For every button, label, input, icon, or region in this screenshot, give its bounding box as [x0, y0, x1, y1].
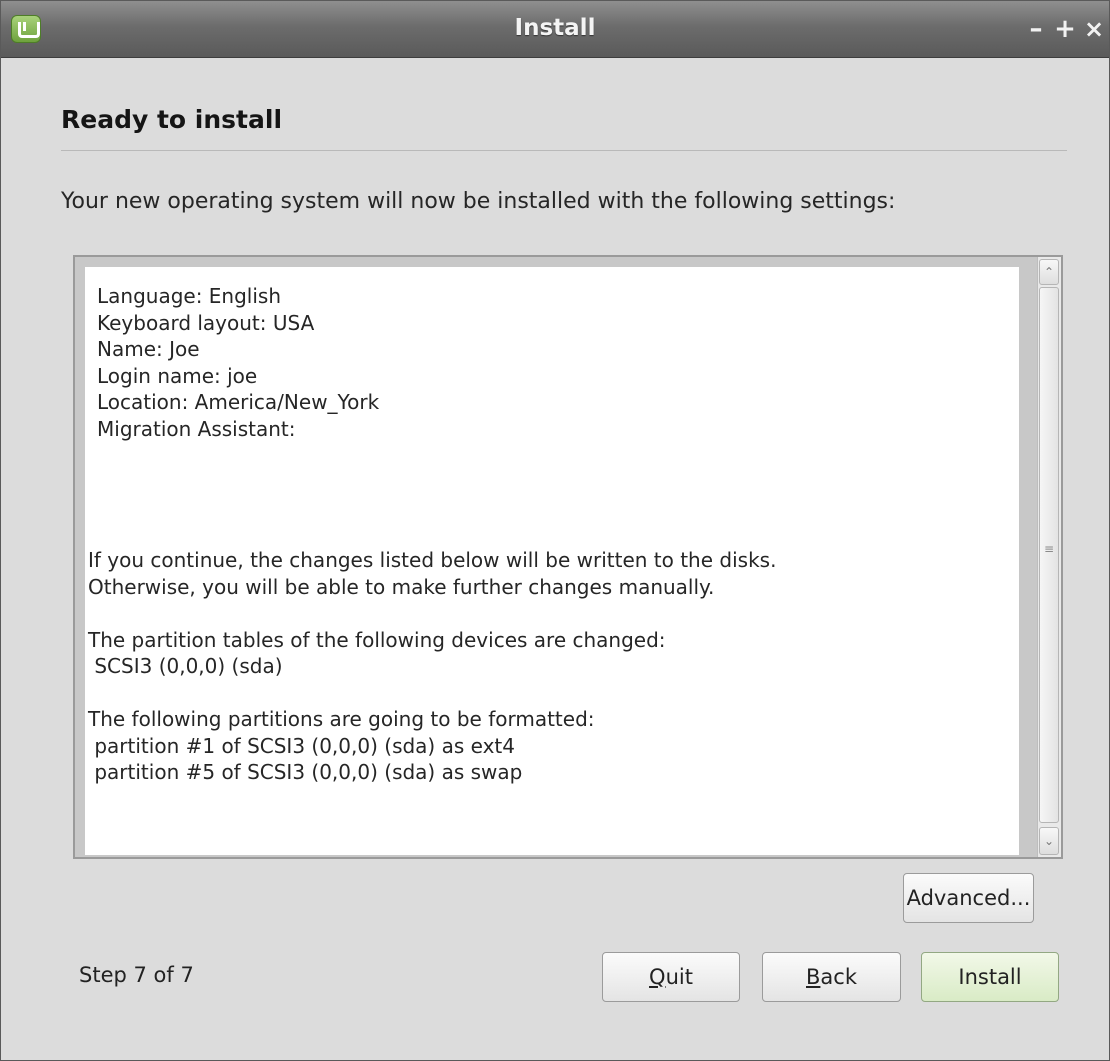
scroll-up-arrow-icon[interactable]: ⌃ [1039, 259, 1059, 285]
note-line [88, 680, 776, 707]
note-line: If you continue, the changes listed belo… [88, 548, 777, 572]
note-line: SCSI3 (0,0,0) (sda) [88, 654, 283, 678]
scroll-down-arrow-icon[interactable]: ⌄ [1039, 827, 1059, 855]
setting-login-name: Login name: joe [97, 363, 258, 388]
partition-notes: If you continue, the changes listed belo… [88, 547, 776, 786]
back-mnemonic: B [806, 965, 821, 989]
quit-mnemonic: Q [649, 965, 666, 989]
summary-text-view[interactable]: Language: English Keyboard layout: USA N… [85, 267, 1019, 855]
back-button[interactable]: Back [762, 952, 901, 1002]
title-bar[interactable]: Install – + × [1, 1, 1109, 58]
setting-name: Name: Joe [97, 337, 200, 361]
quit-button[interactable]: Quit [602, 952, 740, 1002]
back-label-rest: ack [820, 965, 857, 989]
setting-location: Location: America/New_York [97, 390, 380, 414]
minimize-button[interactable]: – [1024, 14, 1048, 44]
install-button[interactable]: Install [921, 952, 1059, 1002]
scroll-grip-icon: ≡ [1044, 542, 1055, 556]
page-title: Ready to install [61, 105, 283, 134]
summary-frame: Language: English Keyboard layout: USA N… [73, 255, 1063, 859]
heading-separator [61, 150, 1067, 151]
settings-list: Language: English Keyboard layout: USA N… [97, 283, 379, 442]
note-line: partition #1 of SCSI3 (0,0,0) (sda) as e… [88, 733, 515, 758]
note-line [88, 600, 776, 627]
setting-language: Language: English [97, 284, 282, 308]
vertical-scrollbar[interactable]: ⌃ ≡ ⌄ [1037, 257, 1061, 857]
install-window: Install – + × Ready to install Your new … [0, 0, 1110, 1061]
close-button[interactable]: × [1082, 14, 1106, 44]
quit-label-rest: uit [665, 965, 693, 989]
note-line: The partition tables of the following de… [88, 627, 666, 652]
scroll-thumb[interactable]: ≡ [1039, 287, 1059, 823]
note-line: Otherwise, you will be able to make furt… [88, 574, 715, 599]
setting-keyboard-layout: Keyboard layout: USA [97, 310, 315, 335]
setting-migration-assistant: Migration Assistant: [97, 416, 296, 441]
note-line: partition #5 of SCSI3 (0,0,0) (sda) as s… [88, 760, 523, 784]
intro-text: Your new operating system will now be in… [61, 189, 896, 214]
step-indicator: Step 7 of 7 [79, 963, 194, 987]
note-line: The following partitions are going to be… [88, 707, 595, 731]
maximize-button[interactable]: + [1053, 14, 1077, 44]
window-title: Install [514, 15, 596, 41]
advanced-button[interactable]: Advanced... [903, 873, 1034, 923]
